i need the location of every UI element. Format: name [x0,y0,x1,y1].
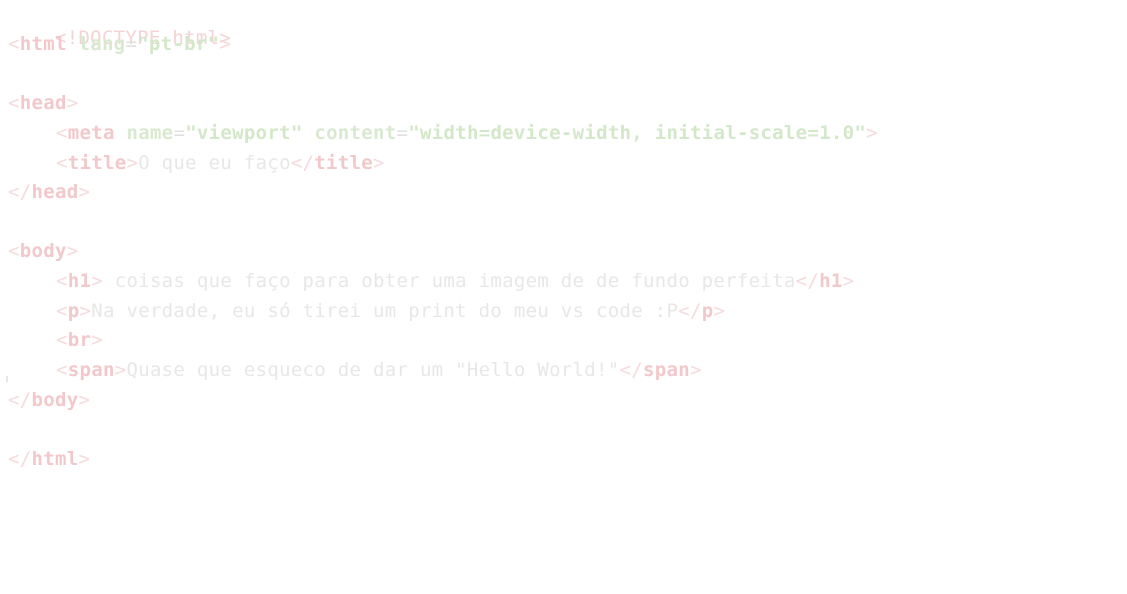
h1-open-tag: h1 [67,270,92,292]
title-text: O que eu faço [138,152,291,174]
code-line-html-open: <html lang="pt-br"> [8,33,232,55]
span-open-tag: span [67,359,115,381]
code-line-head-open: <head> [8,92,79,114]
meta-content-value: "width=device-width, initial-scale=1.0" [408,122,867,144]
code-line-head-close: </head> [8,181,91,203]
meta-name-value: "viewport" [185,122,303,144]
code-line-span: <span>Quase que esqueco de dar um "Hello… [56,359,702,381]
code-line-body-close: </body> [8,389,91,411]
code-line-h1: <h1> coisas que faço para obter uma imag… [56,270,855,292]
h1-text: coisas que faço para obter uma imagem de… [102,270,796,292]
head-open-tag: head [19,92,67,114]
meta-content-attr: content [314,122,397,144]
code-line-br: <br> [56,329,103,351]
code-line-p: <p>Na verdade, eu só tirei um print do m… [56,300,726,322]
html-open-tag: html [19,33,67,55]
code-line-body-open: <body> [8,240,79,262]
html-lang-value: "pt-br" [137,33,220,55]
html-close-tag: html [31,448,79,470]
br-tag: br [67,329,92,351]
code-editor-view: <!DOCTYPE html> <html lang="pt-br"> <hea… [8,0,1118,479]
p-text: Na verdade, eu só tirei um print do meu … [91,300,679,322]
p-open-tag: p [67,300,80,322]
html-lang-attr: lang [78,33,126,55]
code-line-meta: <meta name="viewport" content="width=dev… [56,122,878,144]
title-close-tag: title [314,152,373,174]
span-text: Quase que esqueco de dar um "Hello World… [126,359,620,381]
cursor-mark [6,376,8,382]
code-line-html-close: </html> [8,448,91,470]
code-line-doctype: <!DOCTYPE html> [8,2,231,49]
body-open-tag: body [19,240,67,262]
head-close-tag: head [31,181,79,203]
p-close-tag: p [701,300,714,322]
title-open-tag: title [67,152,127,174]
body-close-tag: body [31,389,79,411]
meta-name-attr: name [126,122,174,144]
code-line-title: <title>O que eu faço</title> [56,152,385,174]
meta-tag: meta [67,122,115,144]
span-close-tag: span [643,359,690,381]
h1-close-tag: h1 [819,270,843,292]
